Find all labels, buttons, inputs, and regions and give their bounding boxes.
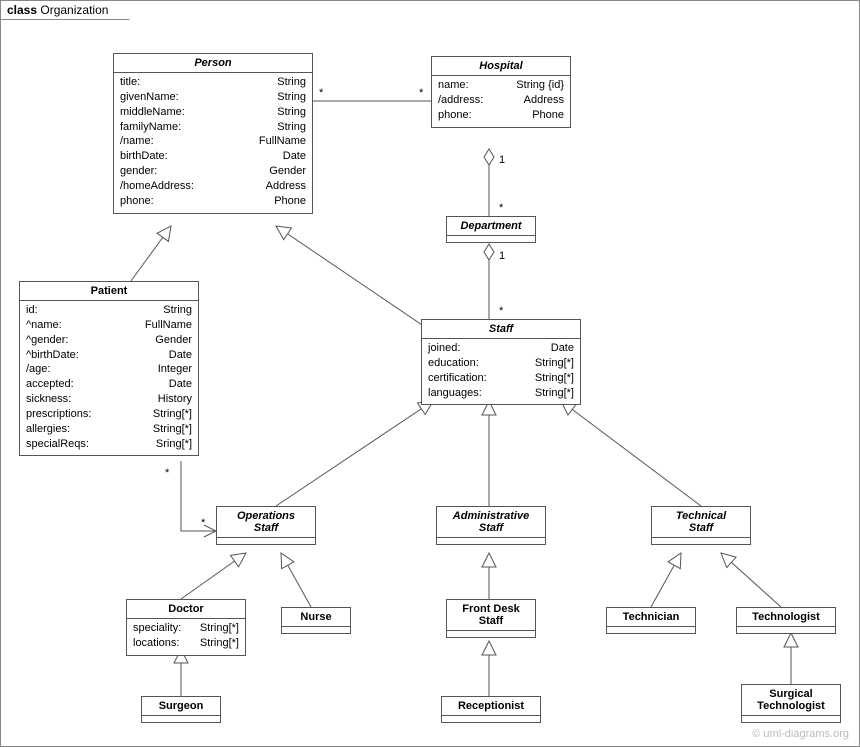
class-title: Receptionist [442, 697, 540, 715]
class-title: Technician [607, 608, 695, 626]
svg-text:*: * [165, 467, 170, 479]
class-technical-staff: Technical Staff [651, 506, 751, 545]
watermark: © uml-diagrams.org [752, 728, 849, 740]
class-attrs: joined:Dateeducation:String[*]certificat… [422, 339, 580, 404]
attr-row: familyName:String [120, 120, 306, 135]
class-attrs: name:String {id}/address:Addressphone:Ph… [432, 76, 570, 127]
class-title: Administrative Staff [437, 507, 545, 538]
attr-row: certification:String[*] [428, 371, 574, 386]
class-technologist: Technologist [736, 607, 836, 634]
attr-row: allergies:String[*] [26, 422, 192, 437]
attr-row: /age:Integer [26, 362, 192, 377]
class-title: Person [114, 54, 312, 73]
class-surgical-technologist: Surgical Technologist [741, 684, 841, 723]
attr-row: joined:Date [428, 341, 574, 356]
class-hospital: Hospital name:String {id}/address:Addres… [431, 56, 571, 128]
attr-row: phone:Phone [438, 108, 564, 123]
attr-row: title:String [120, 75, 306, 90]
class-administrative-staff: Administrative Staff [436, 506, 546, 545]
attr-row: prescriptions:String[*] [26, 407, 192, 422]
class-attrs: speciality:String[*]locations:String[*] [127, 619, 245, 655]
class-title: Front Desk Staff [447, 600, 535, 631]
frame-name: Organization [40, 3, 108, 17]
attr-row: /address:Address [438, 93, 564, 108]
class-title: Doctor [127, 600, 245, 619]
class-attrs: id:String^name:FullName^gender:Gender^bi… [20, 301, 198, 455]
attr-row: id:String [26, 303, 192, 318]
attr-row: gender:Gender [120, 164, 306, 179]
class-technician: Technician [606, 607, 696, 634]
attr-row: birthDate:Date [120, 149, 306, 164]
attr-row: specialReqs:Sring[*] [26, 437, 192, 452]
class-title: Hospital [432, 57, 570, 76]
attr-row: /name:FullName [120, 134, 306, 149]
class-surgeon: Surgeon [141, 696, 221, 723]
frame-tab: class Organization [0, 0, 130, 20]
class-title: Surgeon [142, 697, 220, 715]
class-attrs: title:StringgivenName:StringmiddleName:S… [114, 73, 312, 213]
class-title: Patient [20, 282, 198, 301]
class-department: Department [446, 216, 536, 243]
attr-row: sickness:History [26, 392, 192, 407]
class-person: Person title:StringgivenName:Stringmiddl… [113, 53, 313, 214]
class-title: Operations Staff [217, 507, 315, 538]
class-receptionist: Receptionist [441, 696, 541, 723]
class-title: Technologist [737, 608, 835, 626]
svg-text:*: * [499, 202, 504, 214]
svg-text:*: * [201, 517, 206, 529]
class-patient: Patient id:String^name:FullName^gender:G… [19, 281, 199, 456]
package-frame: class Organization * * [0, 0, 860, 747]
attr-row: ^name:FullName [26, 318, 192, 333]
class-doctor: Doctor speciality:String[*]locations:Str… [126, 599, 246, 656]
class-title: Surgical Technologist [742, 685, 840, 716]
attr-row: middleName:String [120, 105, 306, 120]
attr-row: education:String[*] [428, 356, 574, 371]
frame-keyword: class [7, 3, 37, 17]
class-operations-staff: Operations Staff [216, 506, 316, 545]
svg-text:1: 1 [499, 250, 505, 262]
attr-row: speciality:String[*] [133, 621, 239, 636]
class-title: Nurse [282, 608, 350, 626]
class-title: Staff [422, 320, 580, 339]
class-front-desk-staff: Front Desk Staff [446, 599, 536, 638]
class-title: Technical Staff [652, 507, 750, 538]
attr-row: givenName:String [120, 90, 306, 105]
svg-text:*: * [319, 87, 324, 99]
attr-row: locations:String[*] [133, 636, 239, 651]
attr-row: phone:Phone [120, 194, 306, 209]
class-staff: Staff joined:Dateeducation:String[*]cert… [421, 319, 581, 405]
class-title: Department [447, 217, 535, 235]
svg-text:*: * [419, 87, 424, 99]
attr-row: /homeAddress:Address [120, 179, 306, 194]
svg-text:1: 1 [499, 154, 505, 166]
attr-row: accepted:Date [26, 377, 192, 392]
attr-row: ^gender:Gender [26, 333, 192, 348]
svg-text:*: * [499, 305, 504, 317]
attr-row: languages:String[*] [428, 386, 574, 401]
attr-row: name:String {id} [438, 78, 564, 93]
class-nurse: Nurse [281, 607, 351, 634]
attr-row: ^birthDate:Date [26, 348, 192, 363]
